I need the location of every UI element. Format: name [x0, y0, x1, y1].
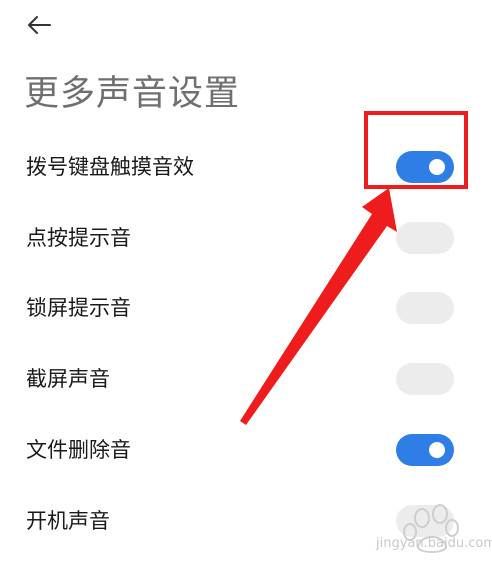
toggle-switch[interactable] — [396, 222, 454, 254]
setting-label: 锁屏提示音 — [26, 296, 131, 320]
setting-label: 文件删除音 — [26, 438, 131, 462]
toggle-switch[interactable] — [396, 434, 454, 466]
setting-label: 拨号键盘触摸音效 — [26, 155, 194, 179]
watermark-text: jingyan.baidu.com — [376, 536, 492, 551]
toggle-switch[interactable] — [396, 505, 454, 537]
toggle-knob — [406, 230, 422, 246]
toggle-knob — [406, 513, 422, 529]
toggle-switch[interactable] — [396, 363, 454, 395]
setting-label: 截屏声音 — [26, 367, 110, 391]
setting-row-tap-sound: 点按提示音 — [0, 203, 492, 273]
setting-row-screenshot-sound: 截屏声音 — [0, 344, 492, 414]
page-title: 更多声音设置 — [24, 74, 241, 114]
setting-label: 点按提示音 — [26, 226, 131, 250]
back-button[interactable] — [22, 10, 56, 40]
toggle-knob — [429, 442, 445, 458]
arrow-left-icon — [28, 16, 51, 34]
setting-row-lock-sound: 锁屏提示音 — [0, 273, 492, 343]
highlight-box — [364, 111, 468, 189]
toggle-switch[interactable] — [396, 292, 454, 324]
toggle-knob — [406, 371, 422, 387]
setting-label: 开机声音 — [26, 509, 110, 533]
toggle-knob — [406, 300, 422, 316]
setting-row-delete-sound: 文件删除音 — [0, 415, 492, 485]
